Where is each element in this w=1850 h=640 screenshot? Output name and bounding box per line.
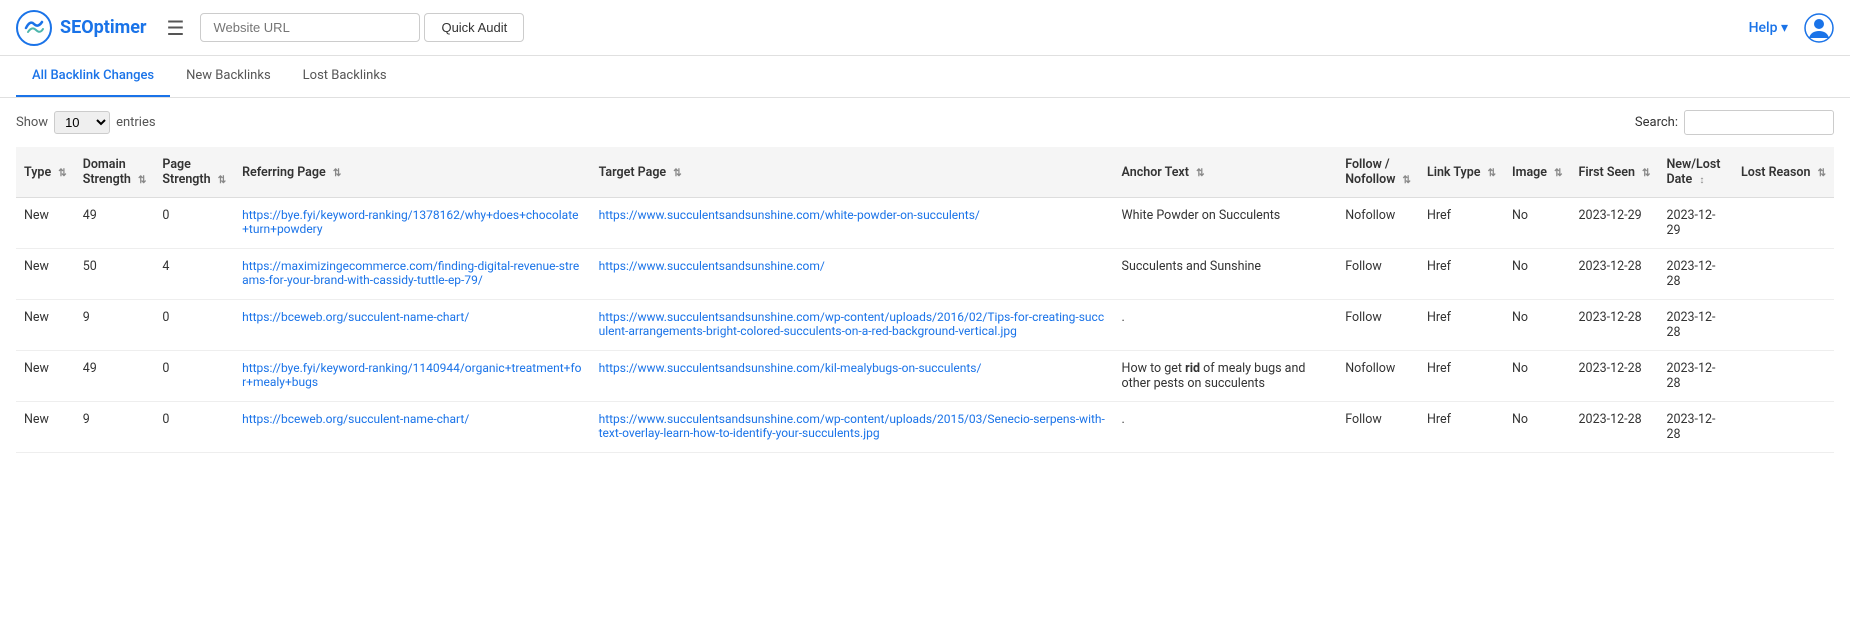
table-row: New490https://bye.fyi/keyword-ranking/13… bbox=[16, 198, 1834, 249]
show-label: Show bbox=[16, 115, 48, 130]
table-link[interactable]: https://www.succulentsandsunshine.com/wh… bbox=[599, 208, 980, 222]
tabs-bar: All Backlink Changes New Backlinks Lost … bbox=[0, 56, 1850, 98]
col-first-seen[interactable]: First Seen ⇅ bbox=[1571, 147, 1659, 198]
table-row: New490https://bye.fyi/keyword-ranking/11… bbox=[16, 351, 1834, 402]
website-url-input[interactable] bbox=[200, 13, 420, 42]
table-link[interactable]: https://bceweb.org/succulent-name-chart/ bbox=[242, 310, 469, 324]
sort-icon-domain: ⇅ bbox=[138, 175, 146, 186]
col-anchor-text[interactable]: Anchor Text ⇅ bbox=[1114, 147, 1338, 198]
entries-label: entries bbox=[116, 115, 156, 130]
user-avatar-icon[interactable] bbox=[1804, 13, 1834, 43]
logo-text: SEOptimer bbox=[60, 17, 147, 38]
backlinks-table-wrapper: Type ⇅ DomainStrength ⇅ PageStrength ⇅ R… bbox=[0, 147, 1850, 453]
table-row: New90https://bceweb.org/succulent-name-c… bbox=[16, 300, 1834, 351]
tab-all-backlink-changes[interactable]: All Backlink Changes bbox=[16, 56, 170, 97]
sort-icon-linktype: ⇅ bbox=[1488, 168, 1496, 179]
col-target-page[interactable]: Target Page ⇅ bbox=[591, 147, 1114, 198]
sort-icon-image: ⇅ bbox=[1554, 168, 1562, 179]
table-link[interactable]: https://bye.fyi/keyword-ranking/1140944/… bbox=[242, 361, 581, 389]
table-row: New90https://bceweb.org/succulent-name-c… bbox=[16, 402, 1834, 453]
logo-area: SEOptimer bbox=[16, 10, 147, 46]
col-new-lost-date[interactable]: New/LostDate ↕ bbox=[1658, 147, 1733, 198]
entries-select[interactable]: 10 25 50 100 bbox=[54, 111, 110, 134]
quick-audit-button[interactable]: Quick Audit bbox=[424, 13, 524, 42]
table-link[interactable]: https://www.succulentsandsunshine.com/wp… bbox=[599, 310, 1105, 338]
table-link[interactable]: https://www.succulentsandsunshine.com/ bbox=[599, 259, 825, 273]
col-link-type[interactable]: Link Type ⇅ bbox=[1419, 147, 1504, 198]
table-link[interactable]: https://maximizingecommerce.com/finding-… bbox=[242, 259, 579, 287]
sort-icon-firstseen: ⇅ bbox=[1642, 168, 1650, 179]
table-row: New504https://maximizingecommerce.com/fi… bbox=[16, 249, 1834, 300]
col-lost-reason[interactable]: Lost Reason ⇅ bbox=[1733, 147, 1834, 198]
search-input[interactable] bbox=[1684, 110, 1834, 135]
sort-icon-target: ⇅ bbox=[673, 168, 681, 179]
seoptimer-logo-icon bbox=[16, 10, 52, 46]
sort-icon-referring: ⇅ bbox=[333, 168, 341, 179]
search-area: Search: bbox=[1635, 110, 1834, 135]
sort-icon-page: ⇅ bbox=[218, 175, 226, 186]
backlinks-table: Type ⇅ DomainStrength ⇅ PageStrength ⇅ R… bbox=[16, 147, 1834, 453]
header: SEOptimer ☰ Quick Audit Help ▾ bbox=[0, 0, 1850, 56]
sort-icon-follow: ⇅ bbox=[1403, 175, 1411, 186]
col-domain-strength[interactable]: DomainStrength ⇅ bbox=[75, 147, 155, 198]
sort-icon-type: ⇅ bbox=[58, 168, 66, 179]
table-controls: Show 10 25 50 100 entries Search: bbox=[0, 98, 1850, 147]
table-link[interactable]: https://www.succulentsandsunshine.com/ki… bbox=[599, 361, 982, 375]
table-link[interactable]: https://bye.fyi/keyword-ranking/1378162/… bbox=[242, 208, 578, 236]
table-link[interactable]: https://bceweb.org/succulent-name-chart/ bbox=[242, 412, 469, 426]
col-referring-page[interactable]: Referring Page ⇅ bbox=[234, 147, 591, 198]
tab-new-backlinks[interactable]: New Backlinks bbox=[170, 56, 287, 97]
sort-icon-anchor: ⇅ bbox=[1196, 168, 1204, 179]
col-page-strength[interactable]: PageStrength ⇅ bbox=[154, 147, 234, 198]
sort-icon-lostreason: ⇅ bbox=[1818, 168, 1826, 179]
tab-lost-backlinks[interactable]: Lost Backlinks bbox=[287, 56, 403, 97]
col-type[interactable]: Type ⇅ bbox=[16, 147, 75, 198]
show-entries-control: Show 10 25 50 100 entries bbox=[16, 111, 156, 134]
table-header-row: Type ⇅ DomainStrength ⇅ PageStrength ⇅ R… bbox=[16, 147, 1834, 198]
header-right: Help ▾ bbox=[1749, 13, 1834, 43]
hamburger-menu-icon[interactable]: ☰ bbox=[163, 12, 189, 44]
table-link[interactable]: https://www.succulentsandsunshine.com/wp… bbox=[599, 412, 1105, 440]
col-follow[interactable]: Follow /Nofollow ⇅ bbox=[1337, 147, 1419, 198]
help-button[interactable]: Help ▾ bbox=[1749, 20, 1788, 36]
sort-icon-newlost: ↕ bbox=[1699, 175, 1704, 186]
search-label: Search: bbox=[1635, 115, 1678, 130]
col-image[interactable]: Image ⇅ bbox=[1504, 147, 1571, 198]
